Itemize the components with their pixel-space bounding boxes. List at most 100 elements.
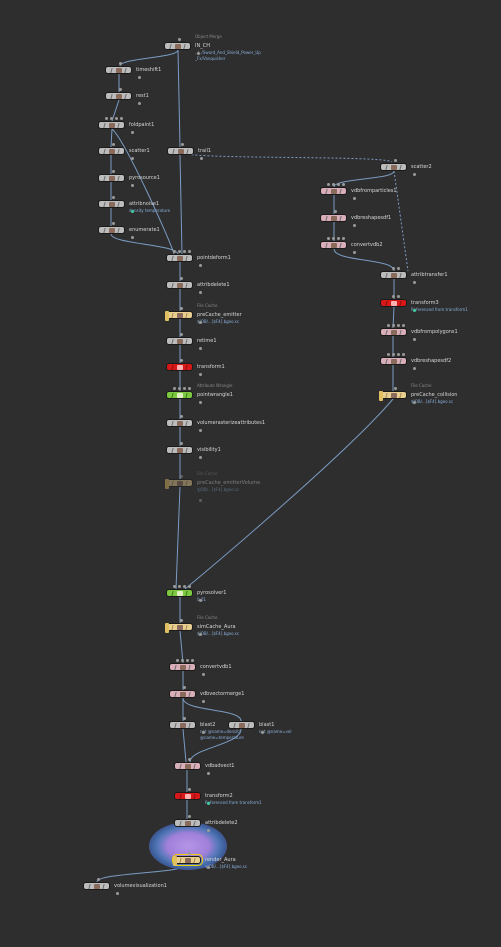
input-connector[interactable] <box>182 387 186 390</box>
node-body[interactable] <box>166 446 193 454</box>
input-connector[interactable] <box>182 585 186 588</box>
input-connector[interactable] <box>386 353 390 356</box>
input-connector[interactable] <box>182 250 186 253</box>
input-connector[interactable] <box>341 183 345 186</box>
input-connector[interactable] <box>112 196 115 199</box>
node-body[interactable] <box>165 479 193 489</box>
input-connector[interactable] <box>172 387 176 390</box>
input-connector[interactable] <box>180 475 183 478</box>
input-connector[interactable] <box>180 307 183 310</box>
input-connector[interactable] <box>326 183 330 186</box>
node-body[interactable] <box>83 882 110 890</box>
node-body[interactable] <box>320 187 347 195</box>
node-body[interactable] <box>105 92 132 100</box>
input-connector[interactable] <box>183 686 186 689</box>
input-connector[interactable] <box>180 442 183 445</box>
input-connector[interactable] <box>114 117 118 120</box>
node-body[interactable] <box>380 299 407 307</box>
input-connector[interactable] <box>180 333 183 336</box>
node-body[interactable] <box>320 241 347 249</box>
input-connector[interactable] <box>175 659 179 662</box>
input-connector[interactable] <box>336 183 340 186</box>
node-body[interactable] <box>98 121 125 129</box>
input-connector[interactable] <box>391 295 395 298</box>
display-flag-icon[interactable] <box>379 391 383 401</box>
node-body[interactable] <box>380 328 407 336</box>
input-connector[interactable] <box>336 237 340 240</box>
input-connector[interactable] <box>180 415 183 418</box>
input-connector[interactable] <box>188 788 191 791</box>
input-connector[interactable] <box>187 387 191 390</box>
input-connector[interactable] <box>183 717 186 720</box>
node-body[interactable] <box>379 391 407 401</box>
display-flag-icon[interactable] <box>165 479 169 489</box>
network-editor[interactable]: IN_CH Object Merge ../../Sword_And_Shield_… <box>0 0 501 947</box>
input-connector[interactable] <box>386 324 390 327</box>
node-body[interactable] <box>98 147 125 155</box>
input-connector[interactable] <box>326 237 330 240</box>
input-connector[interactable] <box>104 117 108 120</box>
node-body[interactable] <box>169 721 196 729</box>
input-connector[interactable] <box>401 324 405 327</box>
node-body[interactable] <box>380 357 407 365</box>
input-connector[interactable] <box>180 619 183 622</box>
input-connector[interactable] <box>180 359 183 362</box>
input-connector[interactable] <box>401 353 405 356</box>
input-connector[interactable] <box>334 210 337 213</box>
input-connector[interactable] <box>396 267 400 270</box>
node-body[interactable] <box>174 762 201 770</box>
input-connector[interactable] <box>112 222 115 225</box>
node-body[interactable] <box>166 589 193 597</box>
input-connector[interactable] <box>112 170 115 173</box>
node-body[interactable] <box>167 147 194 155</box>
input-connector[interactable] <box>177 250 181 253</box>
input-connector[interactable] <box>177 387 181 390</box>
display-flag-icon[interactable] <box>173 856 177 866</box>
node-body[interactable] <box>165 623 193 633</box>
input-connector[interactable] <box>112 143 115 146</box>
node-body[interactable] <box>166 391 193 399</box>
input-connector[interactable] <box>396 324 400 327</box>
node-body[interactable] <box>164 42 191 50</box>
input-connector[interactable] <box>172 585 176 588</box>
input-connector[interactable] <box>391 353 395 356</box>
node-body[interactable] <box>380 163 407 171</box>
input-connector[interactable] <box>180 659 184 662</box>
input-connector[interactable] <box>97 878 100 881</box>
input-connector[interactable] <box>190 659 194 662</box>
input-connector[interactable] <box>187 585 191 588</box>
input-connector[interactable] <box>341 237 345 240</box>
node-body[interactable] <box>172 854 203 866</box>
input-connector[interactable] <box>109 117 113 120</box>
node-body[interactable] <box>166 419 193 427</box>
input-connector[interactable] <box>181 143 184 146</box>
node-body[interactable] <box>380 271 407 279</box>
input-connector[interactable] <box>172 250 176 253</box>
node-body[interactable] <box>169 663 196 671</box>
display-flag-icon[interactable] <box>165 311 169 321</box>
input-connector[interactable] <box>119 88 122 91</box>
input-connector[interactable] <box>394 159 397 162</box>
input-connector[interactable] <box>178 38 181 41</box>
input-connector[interactable] <box>119 117 123 120</box>
input-connector[interactable] <box>188 815 191 818</box>
node-body[interactable] <box>166 281 193 289</box>
input-connector[interactable] <box>180 277 183 280</box>
input-connector[interactable] <box>188 758 191 761</box>
input-connector[interactable] <box>396 353 400 356</box>
node-body[interactable] <box>166 363 193 371</box>
node-body[interactable] <box>169 690 196 698</box>
input-connector[interactable] <box>187 250 191 253</box>
input-connector[interactable] <box>396 295 400 298</box>
node-body[interactable] <box>98 226 125 234</box>
input-connector[interactable] <box>188 852 191 855</box>
node-body[interactable] <box>105 66 132 74</box>
node-body[interactable] <box>174 792 201 800</box>
input-connector[interactable] <box>331 183 335 186</box>
display-flag-icon[interactable] <box>165 623 169 633</box>
node-body[interactable] <box>174 819 201 827</box>
node-body[interactable] <box>98 174 125 182</box>
node-body[interactable] <box>166 254 193 262</box>
input-connector[interactable] <box>331 237 335 240</box>
node-body[interactable] <box>98 200 125 208</box>
